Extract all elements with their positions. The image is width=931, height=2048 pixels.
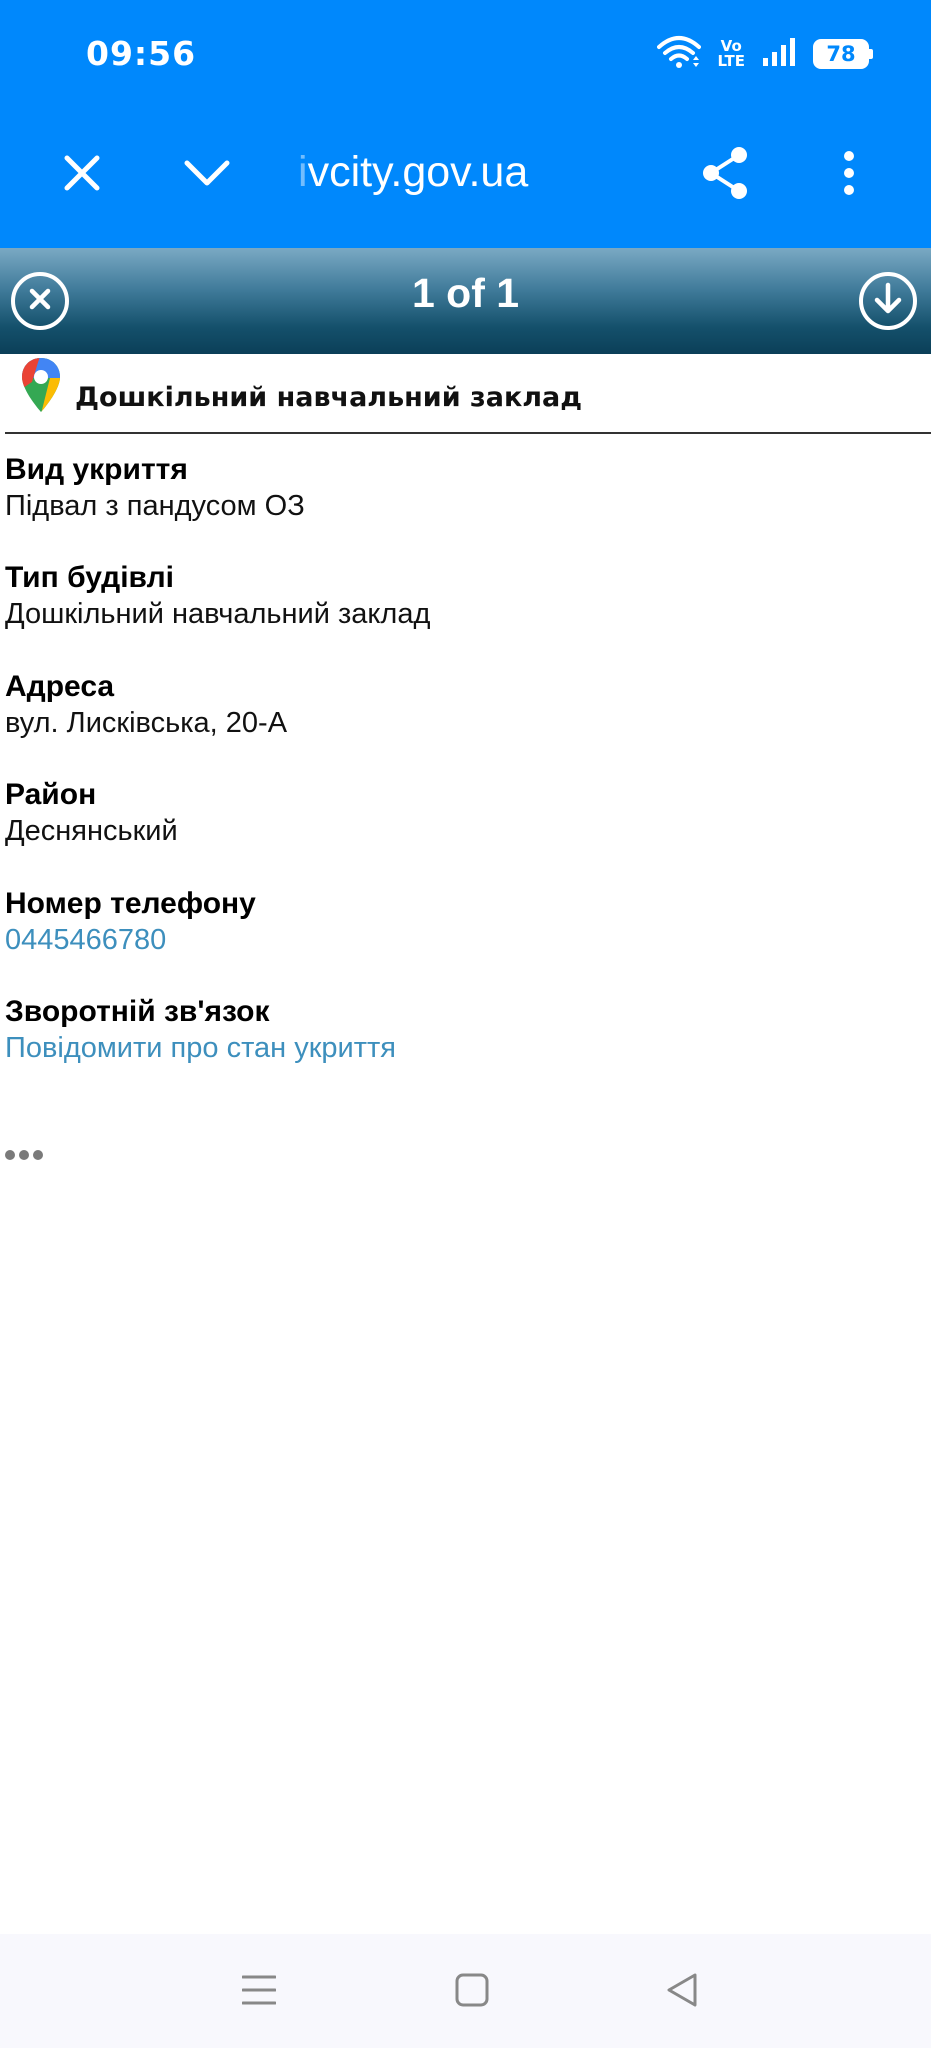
field-label: Вид укриття (5, 453, 188, 486)
more-vert-icon (841, 150, 857, 201)
field-label: Район (5, 778, 97, 811)
field-value: Підвал з пандусом ОЗ (5, 490, 305, 522)
home-icon (455, 1973, 489, 2012)
phone-link[interactable]: 0445466780 (5, 922, 905, 958)
field-value: Деснянський (5, 815, 178, 847)
chevron-down-icon (183, 158, 231, 193)
download-button[interactable] (859, 272, 917, 330)
field-phone: Номер телефону 0445466780 (5, 886, 905, 958)
recent-apps-button[interactable] (229, 1962, 289, 2022)
recent-apps-icon (241, 1974, 277, 2011)
field-shelter-type: Вид укриття Підвал з пандусом ОЗ (5, 452, 905, 524)
field-label: Зворотній зв'язок (5, 995, 270, 1028)
report-shelter-status-link[interactable]: Повідомити про стан укриття (5, 1030, 905, 1066)
field-value: вул. Лисківська, 20-А (5, 707, 288, 739)
collapse-button[interactable] (172, 140, 242, 210)
url-bar[interactable]: ivcity.gov.ua (298, 148, 528, 197)
status-icons: Vo LTE 78 (657, 34, 873, 74)
field-label: Адреса (5, 670, 115, 703)
result-count: 1 of 1 (411, 270, 520, 316)
share-button[interactable] (690, 140, 760, 210)
google-maps-pin-icon (20, 356, 62, 419)
back-button[interactable] (652, 1962, 712, 2022)
battery-level: 78 (826, 42, 856, 66)
place-title: Дошкільний навчальний заклад (75, 382, 583, 413)
share-icon (699, 145, 751, 206)
field-building-type: Тип будівлі Дошкільний навчальний заклад (5, 560, 905, 632)
download-circle-icon (873, 282, 903, 321)
field-value: Дошкільний навчальний заклад (5, 598, 431, 630)
place-header: Дошкільний навчальний заклад (5, 354, 931, 434)
signal-icon (761, 36, 797, 73)
field-district: Район Деснянський (5, 777, 905, 849)
more-options-button[interactable] (5, 1150, 43, 1160)
url-main-part: vcity.gov.ua (307, 148, 529, 196)
battery-icon: 78 (813, 39, 873, 69)
home-button[interactable] (442, 1962, 502, 2022)
wifi-icon (657, 35, 702, 74)
field-label: Тип будівлі (5, 561, 174, 594)
menu-button[interactable] (814, 140, 884, 210)
field-address: Адреса вул. Лисківська, 20-А (5, 669, 905, 741)
volte-icon: Vo LTE (717, 39, 745, 69)
more-dot (19, 1150, 29, 1160)
close-icon (62, 153, 102, 198)
volte-bottom-label: LTE (717, 52, 745, 70)
field-label: Номер телефону (5, 887, 256, 920)
more-dot (5, 1150, 15, 1160)
more-dot (33, 1150, 43, 1160)
url-faded-part: i (298, 148, 308, 196)
close-tab-button[interactable] (47, 140, 117, 210)
status-time: 09:56 (86, 34, 197, 73)
field-feedback: Зворотній зв'язок Повідомити про стан ук… (5, 994, 905, 1066)
back-icon (665, 1972, 699, 2013)
